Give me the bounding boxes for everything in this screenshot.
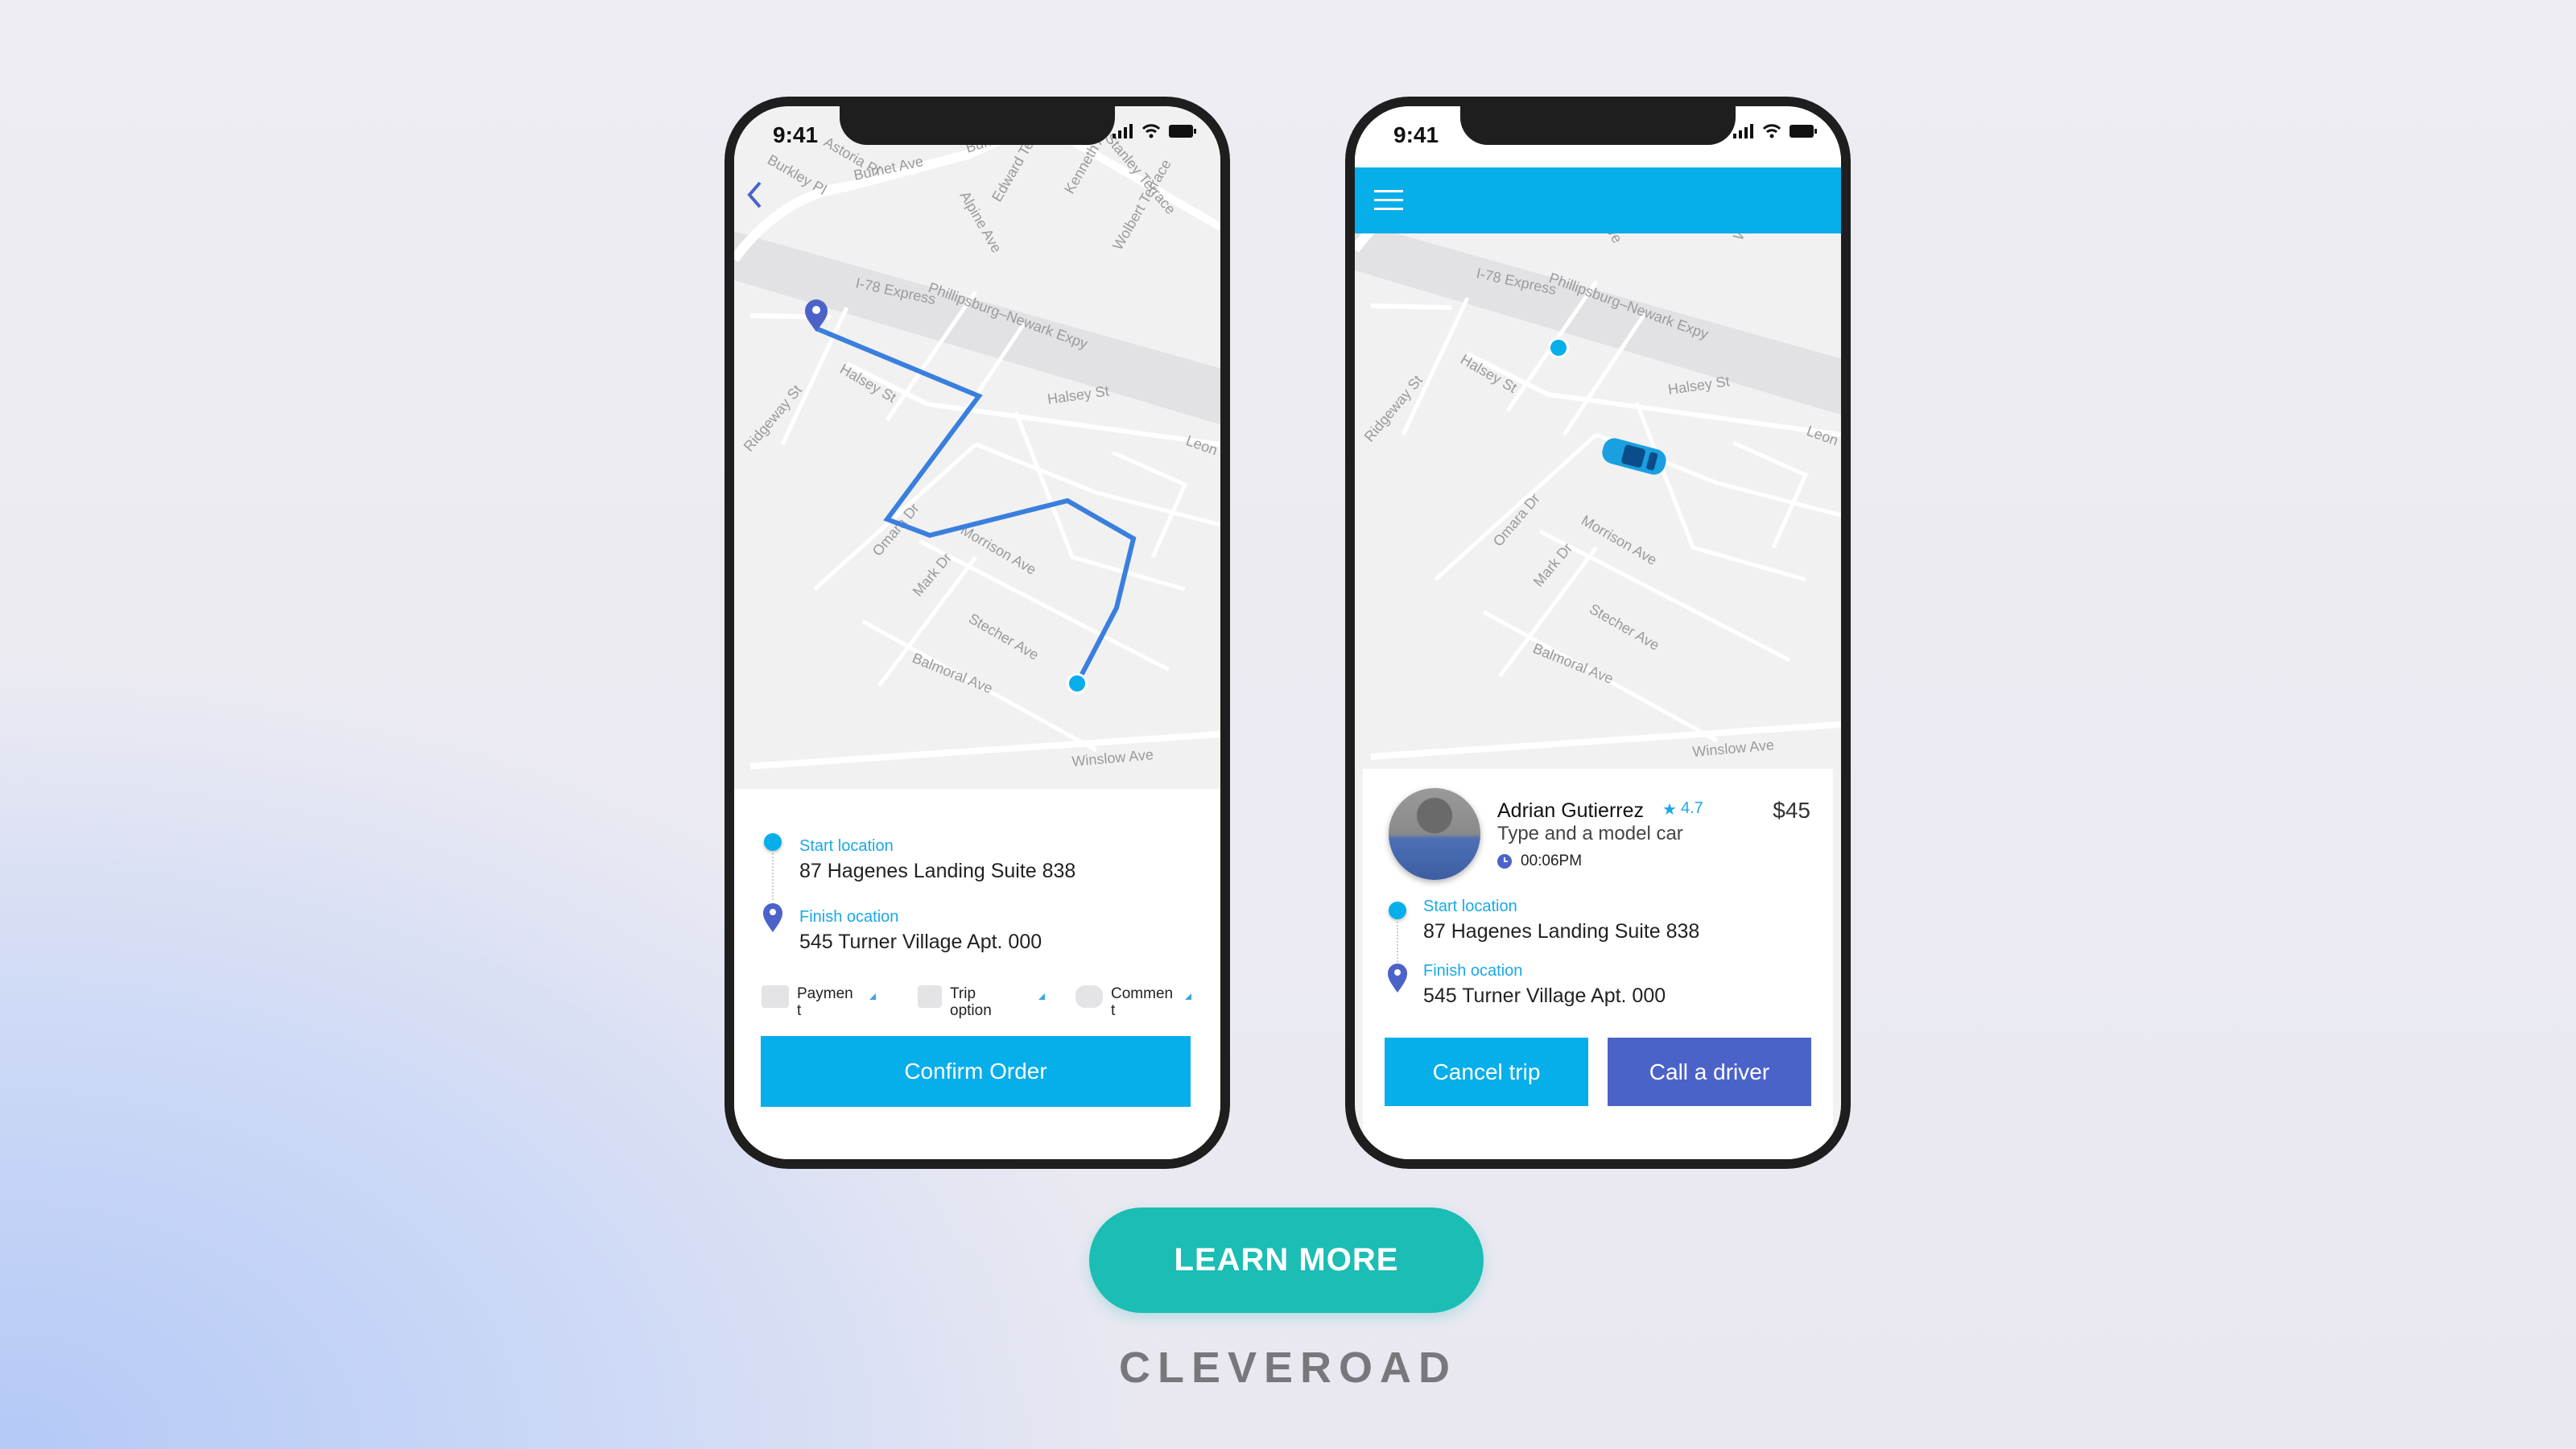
- wifi-icon: [1762, 124, 1781, 138]
- rating-value: 4.7: [1680, 799, 1703, 817]
- finish-location-label: Finish ocation: [799, 908, 899, 926]
- start-location-label: Start location: [799, 837, 894, 855]
- trip-option[interactable]: Trip option: [918, 985, 1045, 1019]
- app-header: [1355, 167, 1841, 233]
- payment-label: Paymen t: [797, 985, 853, 1019]
- wifi-icon: [1141, 124, 1161, 138]
- notch: [840, 106, 1115, 145]
- finish-address: 545 Turner Village Apt. 000: [799, 931, 1042, 953]
- user-location-dot-icon: [1550, 340, 1567, 356]
- eta-time: 00:06PM: [1521, 852, 1583, 869]
- signal-icon: [1733, 124, 1753, 138]
- star-icon: ★: [1662, 801, 1677, 819]
- back-arrow-icon[interactable]: [745, 180, 763, 209]
- corner-indicator-icon: [1185, 993, 1191, 1000]
- finish-pin-icon: [763, 903, 782, 932]
- corner-indicator-icon: [869, 993, 876, 1000]
- status-icons: [1113, 124, 1196, 138]
- chat-bubble-icon: [1075, 985, 1103, 1008]
- status-time: 9:41: [1393, 122, 1439, 147]
- driver-avatar: [1389, 788, 1480, 880]
- start-address: 87 Hagenes Landing Suite 838: [1423, 920, 1700, 943]
- finish-location-label: Finish ocation: [1423, 962, 1523, 980]
- start-location-label: Start location: [1423, 898, 1517, 915]
- hamburger-menu-icon[interactable]: [1374, 188, 1403, 213]
- route-connector: [772, 853, 774, 900]
- finish-pin-icon: [1388, 964, 1407, 993]
- battery-icon: [1790, 125, 1817, 138]
- cancel-trip-button[interactable]: Cancel trip: [1385, 1038, 1588, 1106]
- credit-card-icon: [762, 985, 789, 1008]
- notch: [1460, 106, 1736, 145]
- clock-icon: [1497, 854, 1512, 869]
- comment-option[interactable]: Commen t: [1075, 985, 1191, 1019]
- car-model: Type and a model car: [1497, 823, 1683, 844]
- signal-icon: [1113, 124, 1133, 138]
- start-address: 87 Hagenes Landing Suite 838: [799, 860, 1076, 882]
- finish-address: 545 Turner Village Apt. 000: [1423, 985, 1666, 1007]
- driver-phone: 9:41 Burnet AveBurnet AveAstoria PlBurkl…: [1345, 97, 1851, 1169]
- comment-label: Commen t: [1111, 985, 1174, 1019]
- map[interactable]: Burnet AveBurnet AveAstoria PlBurkley Pl…: [734, 106, 1220, 791]
- corner-indicator-icon: [1038, 993, 1045, 1000]
- map-road: [1370, 303, 1452, 310]
- status-time: 9:41: [773, 122, 819, 147]
- brand-logo: CLEVEROAD: [1118, 1344, 1458, 1392]
- route-connector: [1397, 922, 1398, 962]
- order-phone: 9:41 Burnet AveBurnet AveAstoria PlBurkl…: [724, 97, 1230, 1169]
- order-screen: 9:41 Burnet AveBurnet AveAstoria PlBurkl…: [734, 106, 1220, 1159]
- status-icons: [1733, 124, 1817, 138]
- battery-icon: [1169, 125, 1196, 138]
- start-dot-icon: [1389, 902, 1406, 919]
- confirm-order-button[interactable]: Confirm Order: [761, 1036, 1191, 1107]
- map[interactable]: Burnet AveBurnet AveAstoria PlBurkley Pl…: [1355, 233, 1841, 773]
- driver-rating: ★ 4.7: [1662, 799, 1703, 819]
- start-dot-icon: [764, 833, 782, 851]
- pin-center: [812, 306, 820, 314]
- luggage-icon: [918, 985, 942, 1008]
- driver-name: Adrian Gutierrez: [1497, 799, 1645, 822]
- trip-option-label: Trip option: [950, 985, 992, 1019]
- call-driver-button[interactable]: Call a driver: [1608, 1038, 1811, 1106]
- driver-card: Adrian Gutierrez ★ 4.7 Type and a model c…: [1363, 769, 1833, 1159]
- learn-more-button[interactable]: LEARN MORE: [1089, 1208, 1484, 1313]
- destination-dot-icon: [1069, 675, 1085, 691]
- payment-option[interactable]: Paymen t: [762, 985, 876, 1019]
- trip-price: $45: [1773, 798, 1810, 823]
- driver-screen: 9:41 Burnet AveBurnet AveAstoria PlBurkl…: [1355, 106, 1841, 1159]
